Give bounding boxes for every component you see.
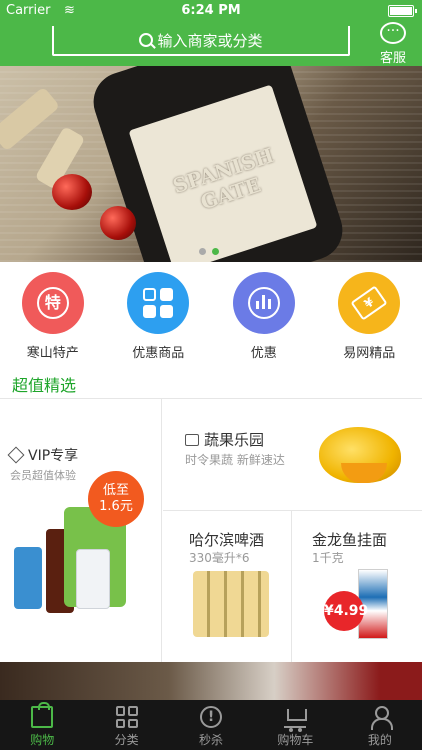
diamond-icon [7, 446, 25, 464]
tab-profile[interactable]: 我的 [338, 700, 422, 750]
tab-bar: 购物 分类 秒杀 购物车 我的 [0, 700, 422, 750]
search-icon [139, 33, 154, 47]
fruit-subtitle: 时令果蔬 新鲜速达 [185, 453, 285, 467]
noodle-title: 金龙鱼挂面 [312, 531, 388, 549]
banner-page-indicator[interactable] [199, 248, 219, 255]
tab-label: 我的 [367, 733, 392, 747]
grid-icon [115, 706, 138, 728]
vip-deal-tile[interactable]: VIP专享 会员超值体验 低至 1.6元 [0, 399, 162, 663]
search-placeholder: 输入商家或分类 [157, 31, 263, 50]
noodle-subtitle: 1千克 [312, 551, 344, 565]
cherry-image [100, 206, 136, 240]
badge-top-text: 低至 [102, 483, 129, 498]
category-local-specialty[interactable]: 特 寒山特产 [0, 264, 106, 364]
top-bar: Carrier ≋ 6:24 PM 输入商家或分类 客服 [0, 0, 422, 66]
category-discount-goods[interactable]: 优惠商品 [106, 264, 212, 364]
service-label: 客服 [379, 51, 406, 66]
tab-label: 分类 [114, 733, 139, 747]
user-icon [369, 706, 393, 730]
chat-bubble-icon [380, 22, 406, 44]
price-tag-icon: ¥ [338, 272, 401, 334]
milk-product-image [14, 547, 42, 609]
chart-bars-icon [232, 272, 295, 334]
tab-label: 秒杀 [199, 733, 224, 747]
category-label: 易网精品 [343, 346, 396, 361]
beer-deal-tile[interactable]: 哈尔滨啤酒 330毫升*6 [163, 511, 292, 663]
vip-subtitle: 会员超值体验 [10, 469, 76, 482]
battery-icon [388, 5, 417, 17]
category-label: 优惠 [250, 346, 277, 361]
tab-label: 购物 [30, 733, 55, 747]
tab-cart[interactable]: 购物车 [253, 700, 337, 750]
tab-shopping[interactable]: 购物 [0, 700, 84, 750]
page-dot-active[interactable] [212, 248, 219, 255]
promo-banner[interactable]: SPANISH GATE [0, 66, 422, 262]
vip-title-text: VIP专享 [28, 448, 79, 464]
badge-price-text: 1.6元 [99, 499, 133, 514]
customer-service-button[interactable]: 客服 [370, 22, 416, 66]
search-input[interactable]: 输入商家或分类 [52, 26, 350, 56]
beer-subtitle: 330毫升*6 [189, 551, 250, 565]
shopping-bag-icon [31, 702, 54, 728]
cart-icon [284, 706, 308, 732]
status-time: 6:24 PM [181, 3, 241, 18]
status-bar: Carrier ≋ 6:24 PM [0, 0, 422, 22]
category-label: 优惠商品 [132, 346, 185, 361]
basket-icon [185, 433, 199, 446]
category-discount[interactable]: 优惠 [211, 264, 317, 364]
deals-grid: VIP专享 会员超值体验 低至 1.6元 蔬果乐园 时令果蔬 新鲜速达 哈尔滨啤… [0, 398, 422, 663]
tab-flash-sale[interactable]: 秒杀 [169, 700, 253, 750]
page-dot[interactable] [199, 248, 206, 255]
fruit-deal-tile[interactable]: 蔬果乐园 时令果蔬 新鲜速达 [163, 399, 422, 511]
secondary-banner[interactable] [0, 662, 422, 700]
beer-title: 哈尔滨啤酒 [189, 531, 265, 549]
tab-categories[interactable]: 分类 [84, 700, 168, 750]
vip-title: VIP专享 [7, 445, 79, 465]
te-glyph: 特 [36, 287, 69, 319]
price-badge: ¥4.99 [324, 591, 368, 631]
section-title: 超值精选 [12, 376, 77, 395]
noodle-deal-tile[interactable]: 金龙鱼挂面 1千克 ¥4.99 [292, 511, 422, 663]
price-burst-badge: 低至 1.6元 [88, 471, 144, 527]
category-row: 特 寒山特产 优惠商品 优惠 ¥ 易网精品 [0, 264, 422, 364]
yen-glyph: ¥ [350, 285, 388, 321]
beer-cans-image [193, 571, 269, 637]
tab-label: 购物车 [277, 733, 314, 747]
category-premium[interactable]: ¥ 易网精品 [317, 264, 422, 364]
fruit-title: 蔬果乐园 [185, 429, 264, 450]
category-label: 寒山特产 [26, 346, 79, 361]
te-badge-icon: 特 [21, 272, 84, 334]
cherry-image [52, 174, 92, 210]
grid-icon [127, 272, 190, 334]
alert-icon [200, 706, 223, 728]
detergent-product-image [76, 549, 110, 609]
fruit-title-text: 蔬果乐园 [204, 431, 265, 449]
